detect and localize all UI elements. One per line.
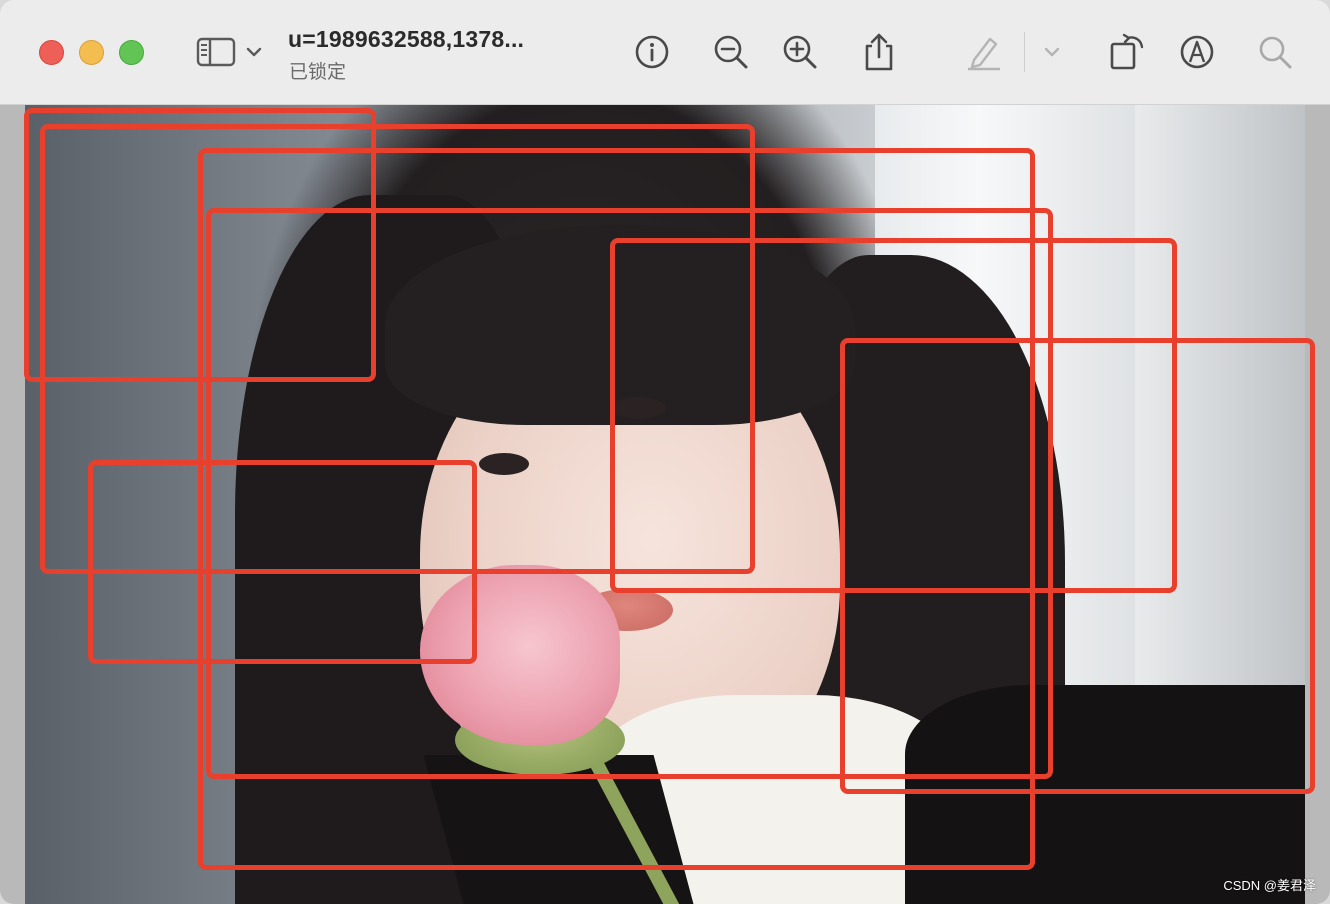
document-status: 已锁定 — [289, 62, 347, 83]
sidebar-toggle-icon — [196, 37, 236, 67]
search-button[interactable] — [1254, 30, 1296, 74]
document-canvas[interactable]: CSDN @姜君泽 — [0, 105, 1330, 904]
markup-icon — [1178, 33, 1216, 71]
chevron-down-icon — [1044, 46, 1060, 58]
document-title[interactable]: u=1989632588,1378... — [288, 26, 524, 53]
zoom-out-button[interactable] — [710, 30, 752, 74]
bounding-box — [840, 338, 1315, 794]
info-button[interactable] — [631, 30, 673, 74]
rotate-icon — [1108, 32, 1146, 72]
highlight-button[interactable] — [962, 30, 1004, 74]
preview-window: u=1989632588,1378... 已锁定 CSDN @姜君泽 — [0, 0, 1330, 904]
share-button[interactable] — [858, 30, 900, 74]
watermark: CSDN @姜君泽 — [1223, 878, 1316, 893]
share-icon — [862, 32, 896, 72]
sidebar-options-button[interactable] — [244, 30, 264, 74]
markup-pen-icon — [964, 33, 1002, 71]
markup-button[interactable] — [1176, 30, 1218, 74]
bounding-box — [88, 460, 477, 664]
highlight-options-button[interactable] — [1042, 30, 1062, 74]
zoom-out-icon — [712, 33, 750, 71]
info-icon — [634, 34, 670, 70]
minimize-button[interactable] — [79, 40, 104, 65]
sidebar-toggle-button[interactable] — [194, 30, 238, 74]
close-button[interactable] — [39, 40, 64, 65]
zoom-button[interactable] — [119, 40, 144, 65]
toolbar-separator — [1024, 32, 1025, 72]
search-icon — [1257, 34, 1293, 70]
zoom-in-icon — [781, 33, 819, 71]
chevron-down-icon — [246, 46, 262, 58]
zoom-in-button[interactable] — [779, 30, 821, 74]
rotate-button[interactable] — [1106, 30, 1148, 74]
title-bar: u=1989632588,1378... 已锁定 — [0, 0, 1330, 105]
